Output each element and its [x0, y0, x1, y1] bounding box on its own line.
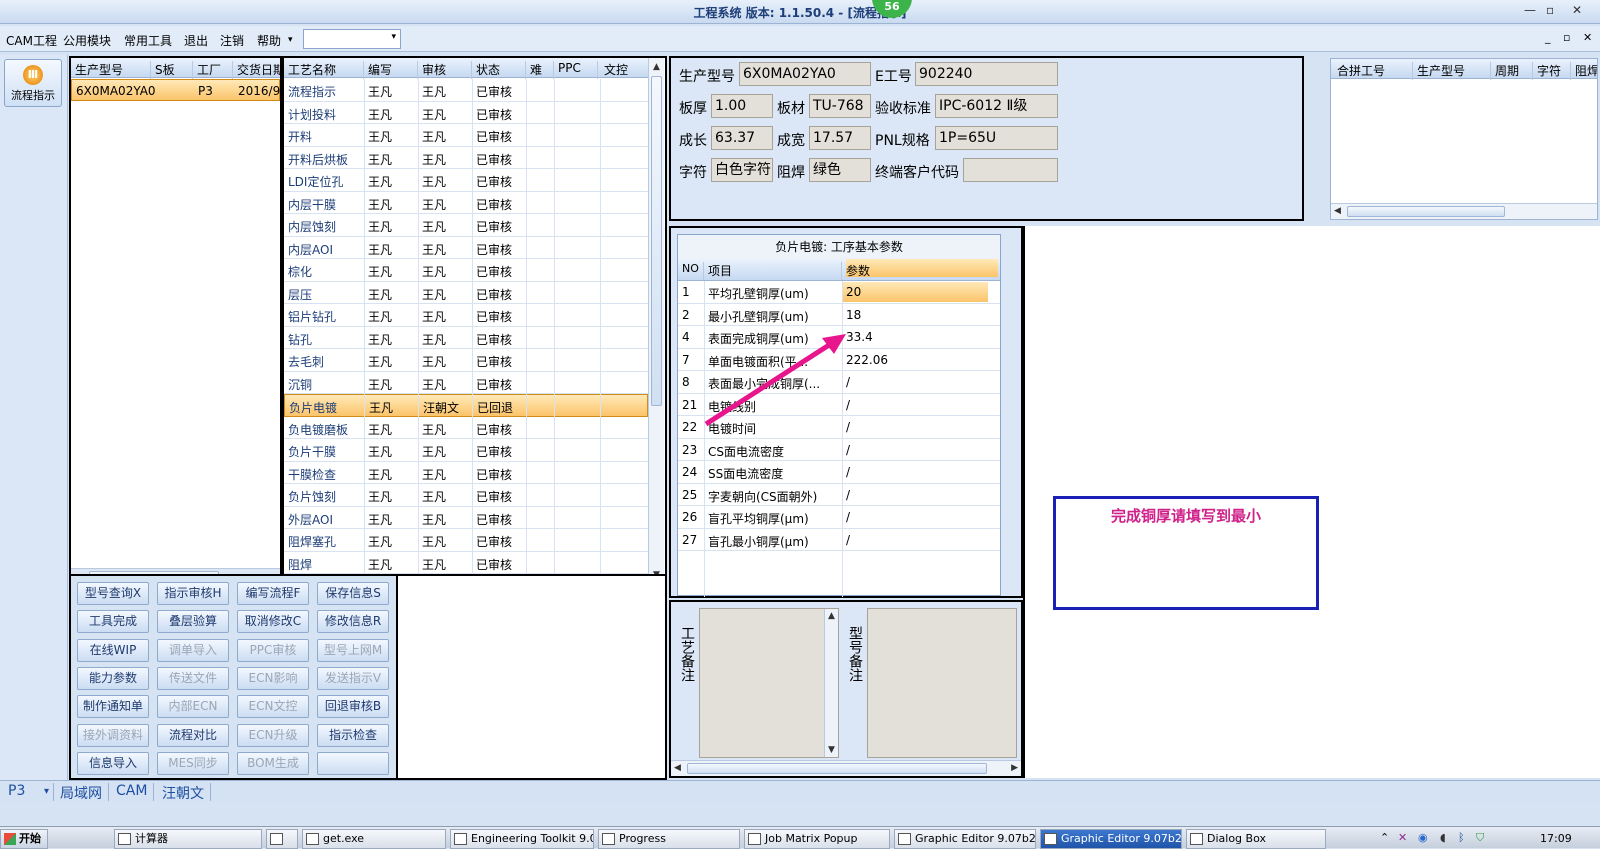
tray-bluetooth-icon[interactable]: ᛒ [1458, 831, 1465, 844]
taskbar-item-label: Dialog Box [1207, 832, 1266, 845]
user-status: 汪朝文 [156, 783, 211, 802]
taskbar-item-label: 计算器 [135, 832, 168, 845]
app-icon [748, 833, 761, 845]
app-icon [1190, 833, 1203, 845]
arrow-overlay [704, 334, 846, 427]
annotation-arrow [704, 335, 842, 427]
taskbar-item-label: get.exe [323, 832, 365, 845]
tray-x-icon[interactable]: ✕ [1398, 831, 1407, 844]
factory-select[interactable]: P3 ▾ [2, 783, 54, 801]
app-icon [270, 833, 283, 845]
clock: 17:09 [1540, 832, 1572, 845]
factory-value: P3 [8, 783, 26, 799]
app-icon [454, 833, 467, 845]
taskbar-item-label: Job Matrix Popup [765, 832, 858, 845]
chevron-down-icon[interactable]: ▾ [44, 786, 49, 797]
taskbar-item[interactable] [266, 829, 298, 849]
app-icon [602, 833, 615, 845]
taskbar-item[interactable]: Dialog Box [1186, 829, 1326, 849]
taskbar-item[interactable]: get.exe [302, 829, 446, 849]
app-icon [1044, 833, 1057, 845]
module-status: CAM [110, 783, 155, 801]
taskbar-item[interactable]: Job Matrix Popup [744, 829, 890, 849]
status-bar: P3 ▾ 局域网 CAM 汪朝文 [0, 780, 1600, 802]
taskbar-item[interactable]: Engineering Toolkit 9.0... [450, 829, 594, 849]
task-items: 计算器 get.exe Engineering Toolkit 9.0... Prog… [0, 827, 1400, 849]
taskbar-item[interactable]: 计算器 [114, 829, 262, 849]
tray-volume-icon[interactable]: ◖ [1440, 831, 1446, 844]
network-status: 局域网 [54, 783, 109, 802]
tray-network-icon[interactable]: ◉ [1418, 831, 1428, 844]
taskbar-item[interactable]: Graphic Editor 9.07b2 (... [894, 829, 1036, 849]
app-icon [306, 833, 319, 845]
tray-chevron-icon[interactable]: ⌃ [1380, 831, 1389, 844]
app-icon [898, 833, 911, 845]
taskbar-item-label: Progress [619, 832, 666, 845]
tray-shield-icon[interactable]: ⛉ [1476, 831, 1484, 845]
taskbar-item-label: Engineering Toolkit 9.0... [471, 832, 594, 845]
taskbar-item-label: Graphic Editor 9.07b2 (... [915, 832, 1036, 845]
arrow-head-icon [822, 334, 846, 354]
taskbar-item-label: Graphic Editor 9.07b2 (... [1061, 832, 1182, 845]
app-icon [118, 833, 131, 845]
taskbar: 开始 计算器 get.exe Engineering Toolkit 9.0... P… [0, 826, 1600, 849]
taskbar-item[interactable]: Progress [598, 829, 740, 849]
taskbar-item[interactable]: Graphic Editor 9.07b2 (... [1040, 829, 1182, 849]
